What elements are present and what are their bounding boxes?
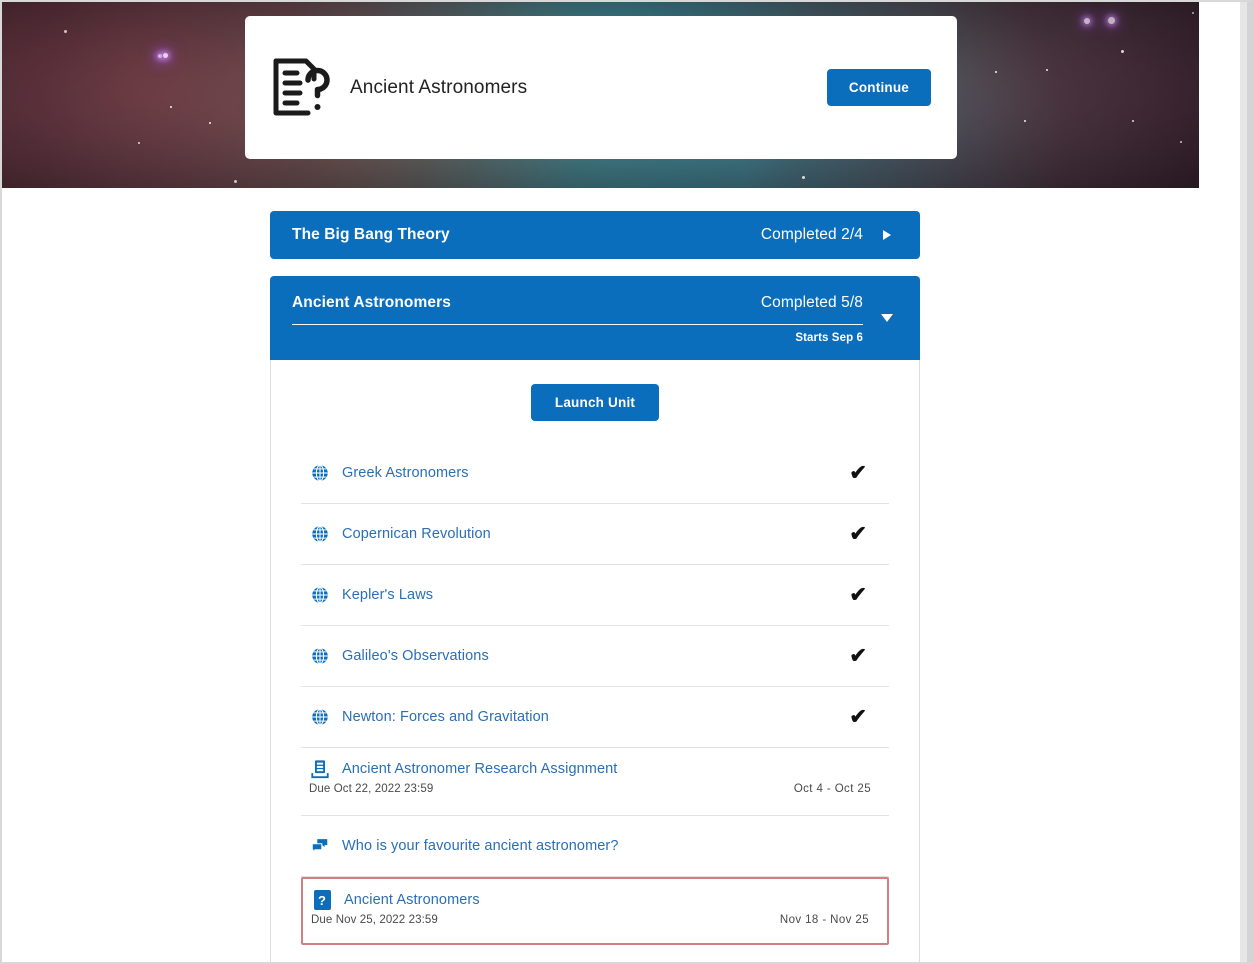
module-item-copernican-revolution[interactable]: Copernican Revolution ✔ xyxy=(301,504,889,565)
module-start-date: Starts Sep 6 xyxy=(795,332,863,344)
discussion-icon xyxy=(309,835,331,857)
module-header-big-bang-theory[interactable]: The Big Bang Theory Completed 2/4 xyxy=(270,211,920,259)
module-item-galileos-observations[interactable]: Galileo's Observations ✔ xyxy=(301,626,889,687)
quiz-icon: ? xyxy=(311,889,333,911)
module-item-link[interactable]: Kepler's Laws xyxy=(342,587,433,603)
quiz-badge-question-mark: ? xyxy=(313,890,331,910)
module-item-discussion-favourite-ancient-astronomer[interactable]: Who is your favourite ancient astronomer… xyxy=(301,816,889,877)
due-date: Due Nov 25, 2022 23:59 xyxy=(311,914,438,926)
module-list: The Big Bang Theory Completed 2/4 Ancien… xyxy=(270,211,920,962)
completed-check-icon: ✔ xyxy=(849,461,867,485)
availability-range: Oct 4 - Oct 25 xyxy=(793,783,871,795)
module-item-link[interactable]: Galileo's Observations xyxy=(342,648,489,664)
module-item-greek-astronomers[interactable]: Greek Astronomers ✔ xyxy=(301,443,889,504)
globe-icon xyxy=(309,645,331,667)
module-completion-status: Completed 2/4 xyxy=(760,226,863,243)
module-body: Launch Unit Greek Astronomers ✔ Copernic… xyxy=(270,360,920,962)
hero-banner: Ancient Astronomers Continue xyxy=(2,2,1199,188)
module-item-link[interactable]: Newton: Forces and Gravitation xyxy=(342,709,549,725)
completed-check-icon: ✔ xyxy=(849,644,867,668)
completed-check-icon: ✔ xyxy=(849,705,867,729)
module-item-dates: Due Nov 25, 2022 23:59 Nov 18 - Nov 25 xyxy=(311,914,879,926)
page-scrollbar-track[interactable] xyxy=(1240,2,1247,962)
module-item-keplers-laws[interactable]: Kepler's Laws ✔ xyxy=(301,565,889,626)
module-item-link[interactable]: Ancient Astronomers xyxy=(344,892,480,908)
globe-icon xyxy=(309,462,331,484)
module-item-link[interactable]: Ancient Astronomer Research Assignment xyxy=(342,761,617,777)
hero-card: Ancient Astronomers Continue xyxy=(245,16,957,159)
globe-icon xyxy=(309,584,331,606)
page-title: Ancient Astronomers xyxy=(350,76,528,98)
module-spacer xyxy=(270,259,920,276)
module-item-ancient-astronomers-quiz[interactable]: ? Ancient Astronomers Due Nov 25, 2022 2… xyxy=(301,877,889,945)
continue-button[interactable]: Continue xyxy=(826,69,931,106)
module-completion-status: Completed 5/8 xyxy=(760,294,863,311)
page-frame: Ancient Astronomers Continue The Big Ban… xyxy=(0,0,1254,964)
launch-unit-button[interactable]: Launch Unit xyxy=(530,384,660,421)
module-item-newton-forces-and-gravitation[interactable]: Newton: Forces and Gravitation ✔ xyxy=(301,687,889,748)
quiz-document-icon xyxy=(270,57,332,119)
availability-range: Nov 18 - Nov 25 xyxy=(779,914,869,926)
module-title: Ancient Astronomers xyxy=(292,294,451,311)
launch-unit-row: Launch Unit xyxy=(271,360,919,443)
triangle-down-icon xyxy=(881,314,893,322)
module-header-ancient-astronomers[interactable]: Ancient Astronomers Completed 5/8 Starts… xyxy=(270,276,920,360)
module-item-link[interactable]: Greek Astronomers xyxy=(342,465,469,481)
module-item-link[interactable]: Copernican Revolution xyxy=(342,526,491,542)
globe-icon xyxy=(309,706,331,728)
due-date: Due Oct 22, 2022 23:59 xyxy=(309,783,434,795)
completed-check-icon: ✔ xyxy=(849,522,867,546)
module-expand-toggle[interactable] xyxy=(876,211,898,259)
module-collapse-toggle[interactable] xyxy=(876,276,898,360)
module-item-link[interactable]: Who is your favourite ancient astronomer… xyxy=(342,838,619,854)
module-item-list: Greek Astronomers ✔ Copernican Revolutio… xyxy=(301,443,889,945)
triangle-right-icon xyxy=(883,230,891,240)
assignment-icon xyxy=(309,758,331,780)
module-item-dates: Due Oct 22, 2022 23:59 Oct 4 - Oct 25 xyxy=(309,783,881,795)
module-divider xyxy=(292,324,863,325)
module-title: The Big Bang Theory xyxy=(292,226,450,243)
completed-check-icon: ✔ xyxy=(849,583,867,607)
module-item-ancient-astronomer-research-assignment[interactable]: Ancient Astronomer Research Assignment D… xyxy=(301,748,889,816)
globe-icon xyxy=(309,523,331,545)
